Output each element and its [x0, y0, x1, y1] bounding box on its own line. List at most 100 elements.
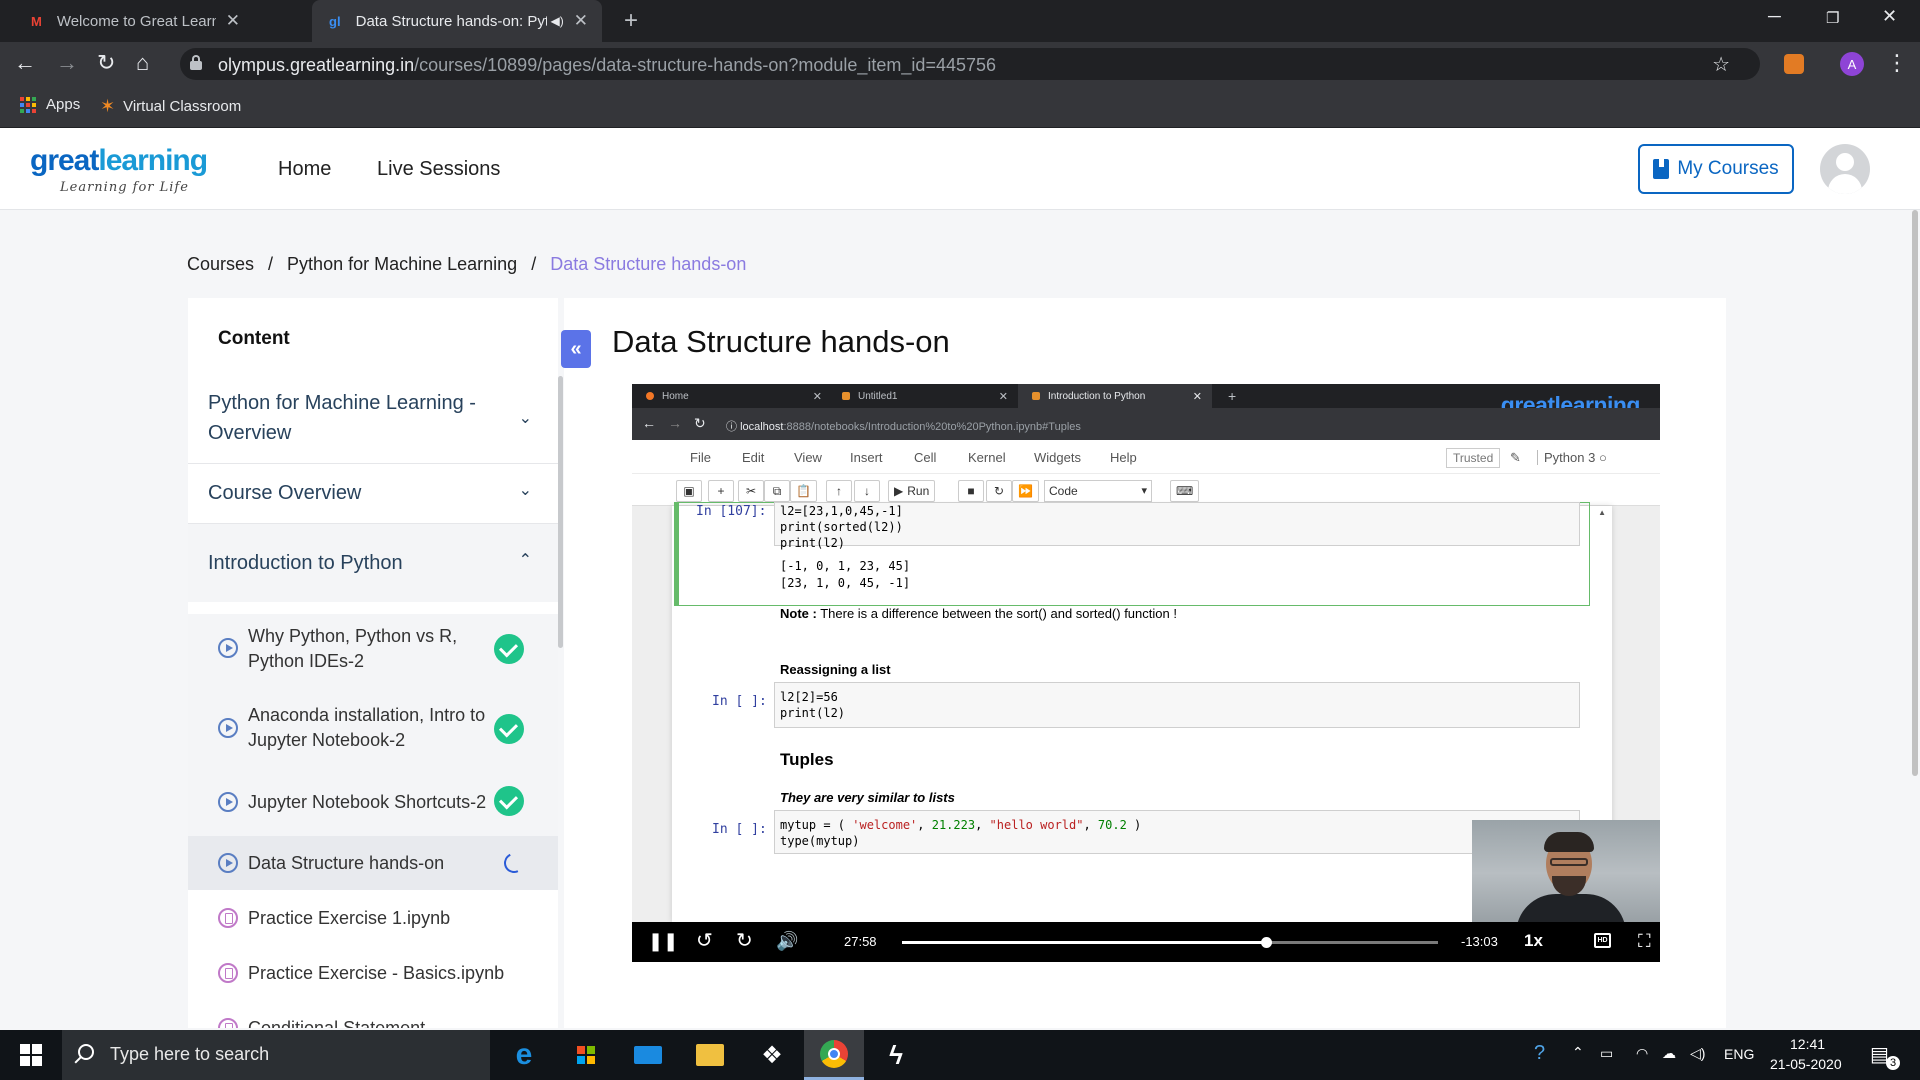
- minimize-icon[interactable]: ─: [1768, 6, 1781, 27]
- bookmark-label: Virtual Classroom: [123, 98, 242, 115]
- run-button: ▶ Run: [888, 480, 936, 502]
- clock-date[interactable]: 21-05-2020: [1770, 1056, 1842, 1072]
- breadcrumb-course[interactable]: Python for Machine Learning: [287, 254, 517, 275]
- chevron-down-icon[interactable]: ⌄: [519, 480, 532, 500]
- profile-avatar[interactable]: A: [1840, 52, 1864, 76]
- taskbar-search-box[interactable]: Type here to search: [62, 1030, 490, 1080]
- bookmark-star-icon[interactable]: ☆: [1712, 52, 1730, 77]
- windows-start-icon[interactable]: [20, 1044, 42, 1066]
- cell-prompt: In [107]:: [696, 504, 767, 519]
- url-text[interactable]: olympus.greatlearning.in/courses/10899/p…: [218, 55, 996, 76]
- lesson-item[interactable]: Practice Exercise 1.ipynb: [188, 890, 558, 945]
- bookmark-virtual-classroom[interactable]: ✶ Virtual Classroom: [100, 96, 241, 117]
- volume-tray-icon[interactable]: ◁): [1690, 1045, 1705, 1062]
- lesson-item[interactable]: Jupyter Notebook Shortcuts-2: [188, 768, 558, 836]
- remaining-time: -13:03: [1461, 934, 1498, 949]
- forward-icon[interactable]: →: [56, 50, 78, 76]
- lesson-item-active[interactable]: Data Structure hands-on: [188, 836, 558, 890]
- play-circle-icon: [218, 638, 238, 658]
- hd-quality-icon[interactable]: HD: [1594, 933, 1611, 948]
- cut-icon: ✂: [738, 480, 764, 502]
- section-python-ml-overview[interactable]: Python for Machine Learning - Overview ⌄: [188, 374, 558, 464]
- lesson-item[interactable]: Anaconda installation, Intro to Jupyter …: [188, 688, 558, 768]
- file-explorer-icon[interactable]: [680, 1030, 740, 1080]
- new-tab-button[interactable]: +: [624, 9, 638, 33]
- dropbox-icon[interactable]: ❖: [742, 1030, 802, 1080]
- fullscreen-icon[interactable]: ⛶: [1638, 930, 1651, 952]
- video-progress-bar[interactable]: [902, 937, 1438, 948]
- collapse-sidebar-button[interactable]: «: [561, 330, 591, 368]
- app-lightning-icon[interactable]: ϟ: [866, 1030, 926, 1080]
- section-introduction-to-python[interactable]: Introduction to Python ⌃: [188, 524, 558, 602]
- wifi-icon[interactable]: ◠: [1636, 1045, 1648, 1062]
- jupyter-menu-bar: File Edit View Insert Cell Kernel Widget…: [632, 440, 1660, 474]
- clock-time[interactable]: 12:41: [1790, 1036, 1825, 1052]
- move-up-icon: ↑: [826, 480, 852, 502]
- play-circle-icon: [218, 853, 238, 873]
- help-icon[interactable]: ?: [1534, 1042, 1545, 1065]
- browser-tab-data-structure[interactable]: gl Data Structure hands-on: Pyt ◀) ✕: [312, 0, 602, 42]
- fast-forward-icon: ⏩: [1012, 480, 1039, 502]
- pencil-icon: ✎: [1510, 450, 1521, 465]
- edge-icon[interactable]: e: [494, 1030, 554, 1080]
- my-courses-label: My Courses: [1677, 158, 1779, 179]
- code-line: print(l2): [780, 706, 846, 720]
- lesson-item[interactable]: Conditional Statement: [188, 1000, 558, 1028]
- chrome-icon[interactable]: [804, 1030, 864, 1080]
- code-cell: l2[2]=56 print(l2): [774, 682, 1580, 728]
- sidebar-scrollbar[interactable]: [558, 376, 563, 648]
- lesson-item[interactable]: Why Python, Python vs R, Python IDEs-2: [188, 614, 558, 688]
- forward-skip-icon[interactable]: ↻: [736, 930, 753, 952]
- playback-speed-button[interactable]: 1x: [1524, 931, 1543, 951]
- close-window-icon[interactable]: ✕: [1882, 6, 1897, 27]
- mail-icon[interactable]: [618, 1030, 678, 1080]
- address-bar[interactable]: olympus.greatlearning.in/courses/10899/p…: [180, 48, 1760, 80]
- jupyter-menu-item: Insert: [850, 450, 883, 465]
- close-tab-icon[interactable]: ✕: [574, 11, 588, 31]
- home-icon[interactable]: ⌂: [136, 50, 149, 76]
- lesson-item[interactable]: Practice Exercise - Basics.ipynb: [188, 945, 558, 1000]
- extension-icon[interactable]: [1784, 54, 1804, 74]
- store-icon[interactable]: [556, 1030, 616, 1080]
- browser-menu-icon[interactable]: ⋮: [1886, 50, 1908, 76]
- back-icon[interactable]: ←: [14, 50, 36, 76]
- chevron-up-icon[interactable]: ⌃: [519, 550, 532, 570]
- my-courses-button[interactable]: My Courses: [1638, 144, 1794, 194]
- video-inner-new-tab-icon: +: [1228, 388, 1237, 404]
- bookmark-apps[interactable]: Apps: [20, 96, 80, 113]
- reload-icon[interactable]: ↻: [97, 50, 115, 76]
- rewind-icon[interactable]: ↺: [696, 930, 713, 952]
- close-tab-icon[interactable]: ✕: [226, 11, 240, 31]
- section-course-overview[interactable]: Course Overview ⌄: [188, 464, 558, 524]
- note-body: There is a difference between the sort()…: [816, 606, 1177, 621]
- check-circle-icon: [494, 634, 524, 664]
- volume-icon[interactable]: 🔊: [776, 930, 798, 952]
- tray-chevron-up-icon[interactable]: ⌃: [1572, 1044, 1584, 1061]
- greatlearning-icon: gl: [329, 13, 341, 29]
- restore-icon[interactable]: ❐: [1826, 9, 1839, 27]
- play-circle-icon: [218, 718, 238, 738]
- speaker-icon[interactable]: ◀): [551, 14, 564, 28]
- stop-icon: ■: [958, 480, 984, 502]
- user-avatar[interactable]: [1820, 144, 1870, 194]
- heading-tuples: Tuples: [780, 750, 834, 769]
- breadcrumb: Courses / Python for Machine Learning / …: [187, 254, 746, 275]
- video-progress-handle[interactable]: [1261, 937, 1273, 948]
- breadcrumb-courses[interactable]: Courses: [187, 254, 254, 275]
- paste-icon: 📋: [790, 480, 817, 502]
- video-player[interactable]: Home ✕ Untitled1 ✕ Introduction to Python ✕…: [632, 384, 1660, 962]
- browser-tab-gmail[interactable]: M Welcome to Great Learning Acad ✕: [14, 0, 254, 42]
- nav-live-sessions[interactable]: Live Sessions: [377, 158, 500, 181]
- language-indicator[interactable]: ENG: [1724, 1046, 1754, 1062]
- battery-icon[interactable]: ▭: [1600, 1045, 1613, 1062]
- tab-title: Data Structure hands-on: Pyt: [355, 12, 547, 30]
- nav-home[interactable]: Home: [278, 158, 331, 181]
- pause-icon[interactable]: ❚❚: [648, 930, 678, 952]
- code-line: print(l2): [780, 536, 846, 550]
- cloud-icon[interactable]: ☁: [1662, 1045, 1676, 1062]
- chevron-down-icon[interactable]: ⌄: [519, 408, 532, 428]
- greatlearning-logo[interactable]: greatlearning Learning for Life: [30, 144, 208, 195]
- page-scrollbar[interactable]: [1912, 210, 1918, 776]
- video-controls: ❚❚ ↺ ↻ 🔊 27:58 -13:03 1x HD ⛶: [632, 922, 1660, 962]
- kernel-name: Python 3: [1544, 450, 1596, 465]
